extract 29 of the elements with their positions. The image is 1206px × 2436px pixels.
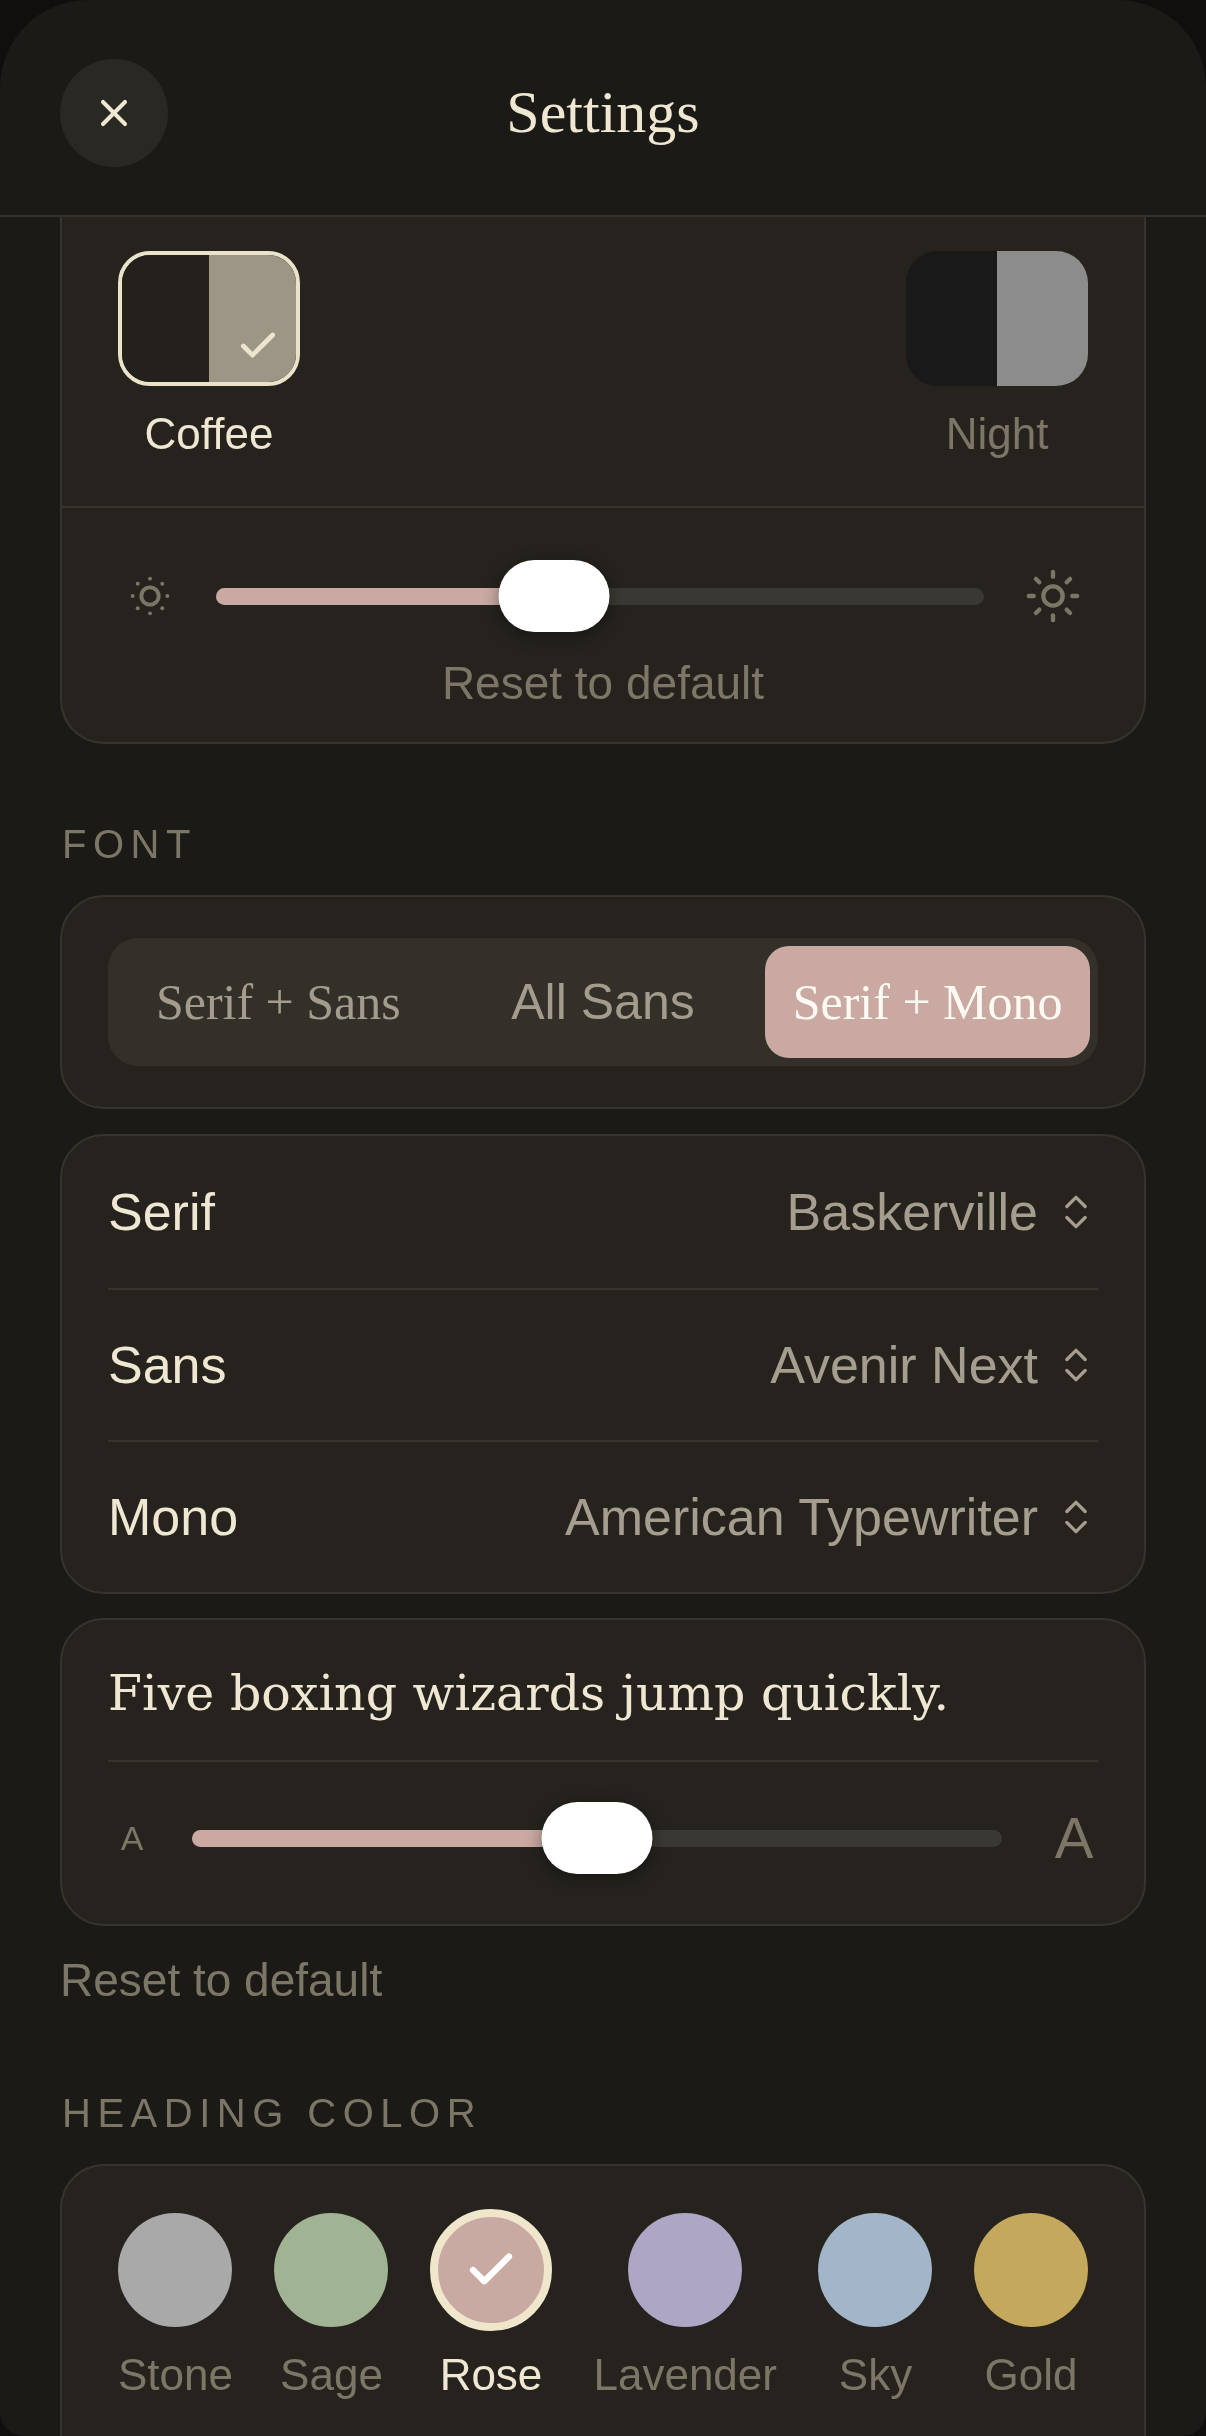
reset-button[interactable]: Reset to default bbox=[441, 656, 765, 710]
section-heading: HEADING COLOR bbox=[62, 2090, 483, 2137]
reset-button[interactable]: Reset to default bbox=[60, 1953, 383, 2007]
color-label: Stone bbox=[118, 2349, 233, 2401]
section-heading: FONT bbox=[62, 821, 197, 868]
large-size-glyph: A bbox=[1053, 1809, 1095, 1867]
segment-button[interactable]: All Sans bbox=[440, 946, 766, 1058]
font-role-label: Sans bbox=[108, 1335, 227, 1395]
small-size-glyph: A bbox=[119, 1821, 145, 1855]
font-preview-sentence: Five boxing wizards jump quickly. bbox=[108, 1664, 950, 1724]
segment-button[interactable]: Serif + Sans bbox=[116, 946, 441, 1058]
color-label: Rose bbox=[439, 2349, 543, 2401]
theme-label: Night bbox=[945, 408, 1049, 460]
font-role-label: Mono bbox=[108, 1487, 239, 1547]
font-picker-button[interactable]: Baskerville bbox=[786, 1182, 1098, 1242]
theme-swatch[interactable] bbox=[906, 251, 1088, 386]
color-label: Sage bbox=[280, 2349, 383, 2401]
theme-label: Coffee bbox=[144, 408, 274, 460]
font-picker-button[interactable]: Avenir Next bbox=[770, 1335, 1098, 1395]
text-size-slider[interactable] bbox=[192, 1802, 1002, 1874]
brightness-slider[interactable] bbox=[216, 560, 984, 632]
color-label: Lavender bbox=[593, 2349, 777, 2401]
theme-swatch[interactable] bbox=[118, 251, 300, 386]
color-label: Sky bbox=[838, 2349, 913, 2401]
sheet-title: Settings bbox=[506, 78, 700, 147]
font-picker-button[interactable]: American Typewriter bbox=[565, 1487, 1098, 1547]
font-role-label: Serif bbox=[108, 1182, 215, 1242]
sun-icon bbox=[1024, 567, 1082, 625]
color-label: Gold bbox=[984, 2349, 1078, 2401]
